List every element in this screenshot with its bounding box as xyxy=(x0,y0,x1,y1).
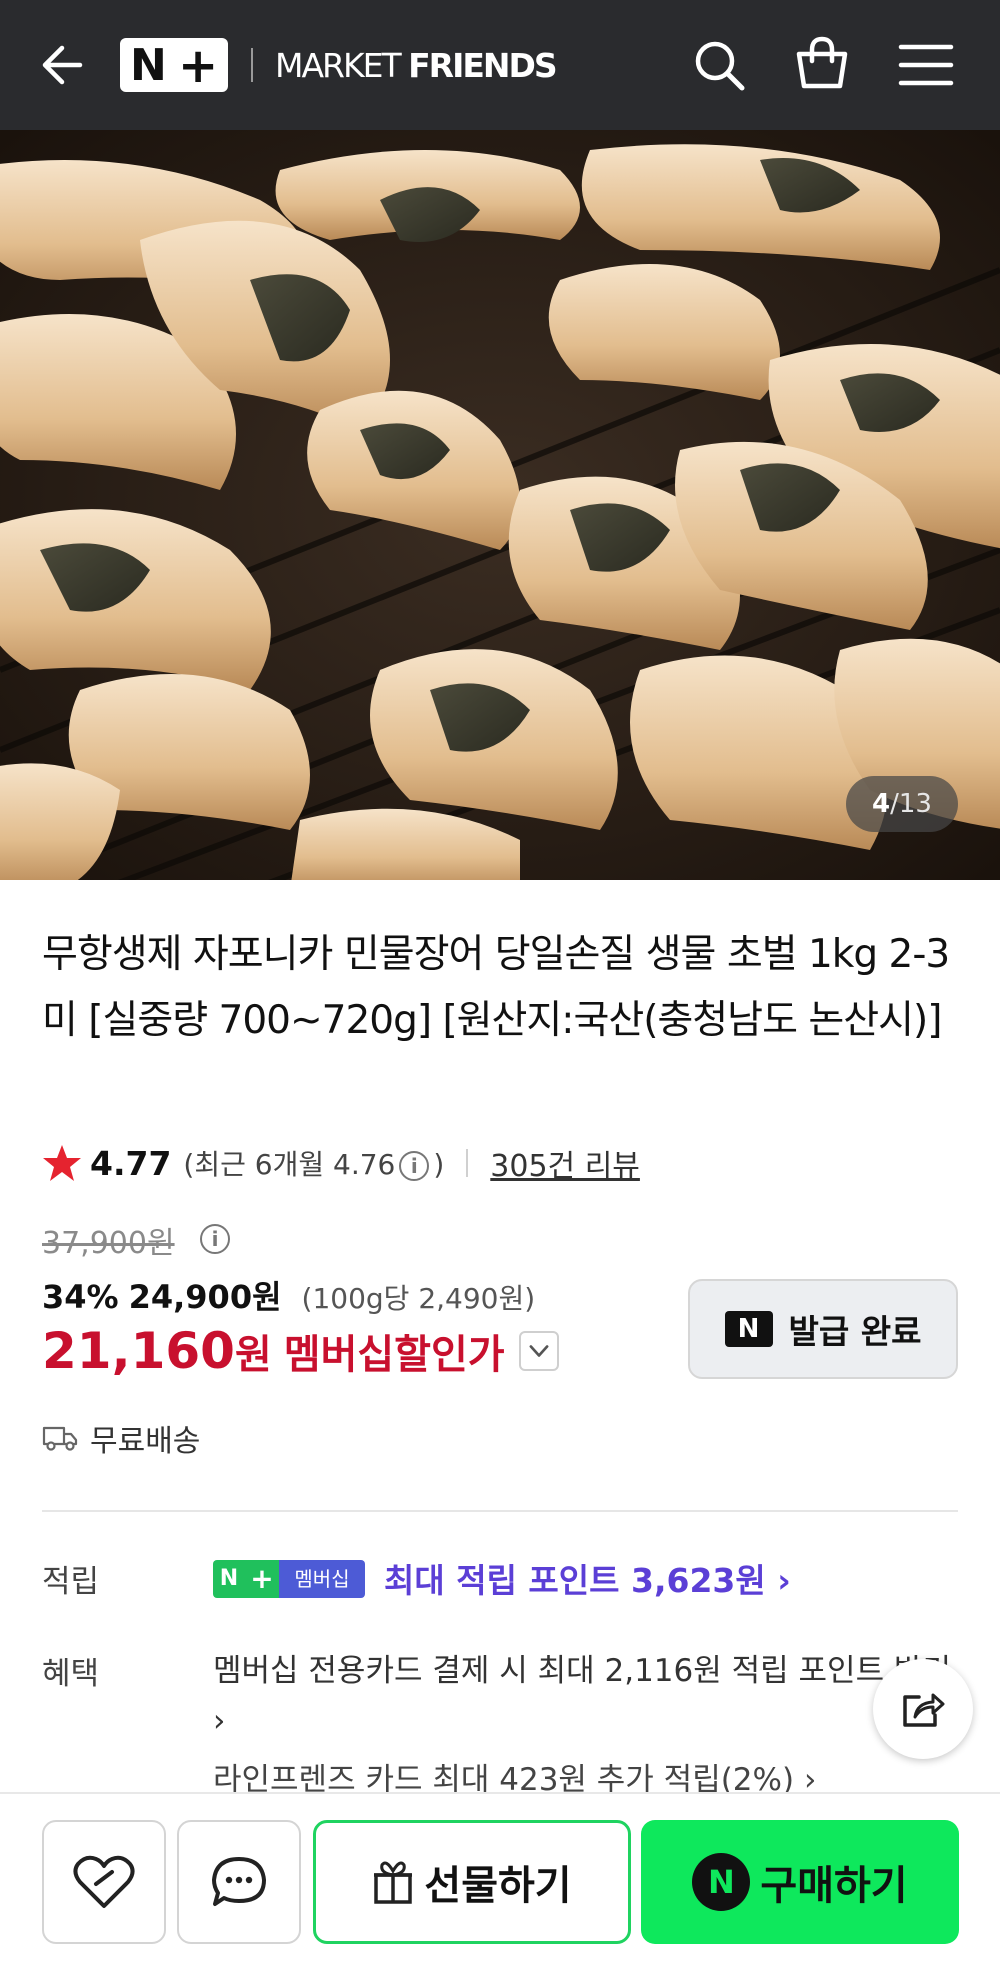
membership-price-label: 멤버십할인가 xyxy=(283,1332,505,1378)
review-count-link[interactable]: 305건 리뷰 xyxy=(490,1141,640,1185)
chevron-down-icon[interactable] xyxy=(518,1331,559,1371)
section-divider xyxy=(42,1510,958,1512)
price-info-icon[interactable]: i xyxy=(200,1224,230,1254)
logo-separator xyxy=(251,48,253,82)
rating-recent-close: ) xyxy=(433,1148,445,1181)
membership-price-row: 21,160 원 멤버십할인가 xyxy=(42,1322,559,1380)
product-title: 무항생제 자포니카 민물장어 당일손질 생물 초벌 1kg 2-3미 [실중량 … xyxy=(42,932,950,1043)
badge-membership: 멤버십 xyxy=(279,1560,365,1598)
logo-n: N xyxy=(130,40,167,91)
buy-label: 구매하기 xyxy=(760,1863,908,1909)
image-counter-current: 4 xyxy=(872,789,891,819)
shipping-label: 무료배송 xyxy=(90,1424,201,1459)
truck-icon xyxy=(42,1426,78,1451)
shopping-bag-icon[interactable] xyxy=(793,34,851,92)
original-price: 37,900원 xyxy=(42,1226,175,1261)
store-brand-name[interactable]: MARKET FRIENDS xyxy=(275,46,558,85)
gift-icon xyxy=(374,1861,413,1904)
menu-icon[interactable] xyxy=(898,40,954,90)
naver-n-icon: N xyxy=(724,1311,773,1347)
search-icon[interactable] xyxy=(690,36,748,94)
logo-plus: + xyxy=(178,38,219,94)
product-image[interactable] xyxy=(0,130,1000,880)
rating-recent: (최근 6개월 4.76 i) xyxy=(183,1143,444,1183)
badge-n: N xyxy=(213,1560,245,1598)
shipping-row: 무료배송 xyxy=(42,1416,200,1460)
rating-value: 4.77 xyxy=(90,1143,172,1183)
rating-row: 4.77 (최근 6개월 4.76 i) 305건 리뷰 xyxy=(42,1138,640,1188)
naver-pay-n-icon: N xyxy=(692,1853,751,1911)
rating-divider xyxy=(466,1149,469,1177)
top-header: N + MARKET FRIENDS xyxy=(0,0,1000,130)
max-points-link[interactable]: 최대 적립 포인트 3,623원 › xyxy=(384,1554,791,1602)
unit-price: (100g당 2,490원) xyxy=(301,1282,536,1315)
naver-plus-logo[interactable]: N + xyxy=(120,38,228,94)
image-counter: 4/13 xyxy=(846,776,958,832)
benefit-label: 혜택 xyxy=(42,1656,100,1692)
info-icon[interactable]: i xyxy=(399,1151,430,1181)
star-icon xyxy=(43,1145,81,1181)
chat-icon xyxy=(212,1857,266,1906)
card-benefit-link[interactable]: 멤버십 전용카드 결제 시 최대 2,116원 적립 포인트 받기 › xyxy=(213,1646,953,1746)
gift-button[interactable]: 선물하기 xyxy=(313,1820,631,1944)
wishlist-button[interactable] xyxy=(42,1820,166,1944)
badge-plus: + xyxy=(245,1560,279,1598)
chat-button[interactable] xyxy=(177,1820,301,1944)
coupon-label: 발급 완료 xyxy=(788,1312,922,1351)
image-counter-total: 13 xyxy=(898,789,932,819)
points-label: 적립 xyxy=(42,1564,100,1600)
image-counter-separator: / xyxy=(890,789,899,819)
membership-price-won: 원 xyxy=(234,1332,272,1378)
rating-recent-text: (최근 6개월 4.76 xyxy=(183,1148,396,1181)
discount-row: 34% 24,900원 (100g당 2,490원) xyxy=(42,1272,535,1318)
buy-button[interactable]: N 구매하기 xyxy=(641,1820,959,1944)
back-arrow-icon[interactable] xyxy=(36,40,86,90)
naver-plus-membership-badge: N + 멤버십 xyxy=(213,1560,365,1598)
share-icon xyxy=(903,1693,945,1727)
heart-icon xyxy=(73,1855,135,1908)
share-button[interactable] xyxy=(873,1659,973,1759)
brand-market: MARKET xyxy=(275,46,409,85)
gift-label: 선물하기 xyxy=(424,1863,572,1909)
brand-friends: FRIENDS xyxy=(408,46,558,85)
discount-price: 24,900원 xyxy=(128,1278,282,1316)
discount-percent: 34% xyxy=(42,1278,119,1316)
coupon-issued-button[interactable]: N 발급 완료 xyxy=(688,1279,958,1379)
membership-price: 21,160 xyxy=(42,1322,235,1380)
